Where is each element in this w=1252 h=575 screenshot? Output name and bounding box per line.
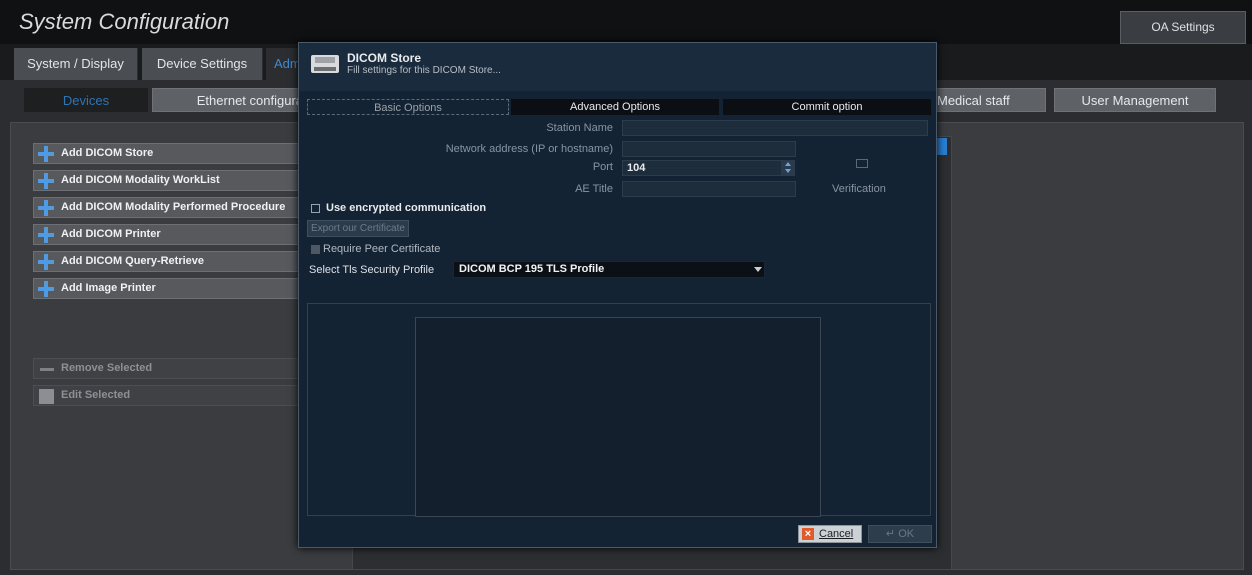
require-peer-certificate-label: Require Peer Certificate <box>323 243 441 255</box>
add-image-printer-button[interactable]: Add Image Printer <box>33 278 301 299</box>
cancel-label: Cancel <box>819 528 854 540</box>
network-address-label: Network address (IP or hostname) <box>445 143 613 155</box>
page-title: System Configuration <box>19 9 230 34</box>
subtab-ethernet-configuration[interactable]: Ethernet configura <box>152 88 310 112</box>
button-label: Add DICOM Modality Performed Procedure <box>61 201 286 213</box>
use-encrypted-checkbox[interactable] <box>311 204 320 213</box>
add-dicom-query-retrieve-button[interactable]: Add DICOM Query-Retrieve <box>33 251 301 272</box>
tls-profile-select[interactable]: DICOM BCP 195 TLS Profile <box>453 261 765 278</box>
certificate-details-area <box>415 317 821 517</box>
dicom-store-dialog: DICOM Store Fill settings for this DICOM… <box>298 42 937 548</box>
title-bar: System Configuration OA Settings <box>0 0 1252 44</box>
plus-icon <box>38 227 54 243</box>
subtab-user-management[interactable]: User Management <box>1054 88 1216 112</box>
oa-settings-button[interactable]: OA Settings <box>1120 11 1246 44</box>
ok-button[interactable]: ↵ OK <box>868 525 932 543</box>
tls-profile-label: Select Tls Security Profile <box>309 264 435 276</box>
station-name-label: Station Name <box>546 122 613 134</box>
subtab-devices[interactable]: Devices <box>24 88 148 112</box>
network-address-field[interactable] <box>622 141 796 157</box>
button-label: Add DICOM Store <box>61 147 154 159</box>
verification-icon[interactable] <box>856 159 868 168</box>
dialog-title: DICOM Store <box>347 51 422 65</box>
ae-title-label: AE Title <box>575 183 613 195</box>
remove-selected-button[interactable]: Remove Selected <box>33 358 301 379</box>
export-certificate-button[interactable]: Export our Certificate <box>307 220 409 237</box>
plus-icon <box>38 173 54 189</box>
button-label: Remove Selected <box>61 362 153 374</box>
add-dicom-store-button[interactable]: Add DICOM Store <box>33 143 301 164</box>
tab-commit-option[interactable]: Commit option <box>723 99 931 115</box>
require-peer-certificate-checkbox[interactable] <box>311 245 320 254</box>
port-label: Port <box>592 161 613 173</box>
chevron-down-icon[interactable] <box>754 267 764 275</box>
ok-label: OK <box>898 528 915 540</box>
tab-system-display[interactable]: System / Display <box>14 48 138 80</box>
button-label: Add DICOM Printer <box>61 228 161 240</box>
pencil-icon <box>38 388 54 404</box>
station-name-field[interactable] <box>622 120 928 136</box>
add-dicom-printer-button[interactable]: Add DICOM Printer <box>33 224 301 245</box>
port-stepper[interactable] <box>781 160 795 176</box>
button-label: Add Image Printer <box>61 282 156 294</box>
verification-label[interactable]: Verification <box>832 183 886 195</box>
plus-icon <box>38 200 54 216</box>
add-dicom-mpps-button[interactable]: Add DICOM Modality Performed Procedure <box>33 197 301 218</box>
subtab-medical-staff[interactable]: Medical staff <box>928 88 1046 112</box>
tab-device-settings[interactable]: Device Settings <box>142 48 263 80</box>
close-icon: × <box>802 528 814 540</box>
plus-icon <box>38 254 54 270</box>
dialog-header: DICOM Store Fill settings for this DICOM… <box>299 43 936 91</box>
add-dicom-modality-worklist-button[interactable]: Add DICOM Modality WorkList <box>33 170 301 191</box>
tab-basic-options[interactable]: Basic Options <box>307 99 509 115</box>
dialog-subtitle: Fill settings for this DICOM Store... <box>347 65 501 76</box>
app-window: System Configuration OA Settings System … <box>0 0 1252 575</box>
button-label: Edit Selected <box>61 389 131 401</box>
edit-selected-button[interactable]: Edit Selected <box>33 385 301 406</box>
return-icon: ↵ <box>885 528 896 540</box>
button-label: Add DICOM Query-Retrieve <box>61 255 205 267</box>
use-encrypted-label: Use encrypted communication <box>326 202 487 214</box>
plus-icon <box>38 146 54 162</box>
ae-title-field[interactable] <box>622 181 796 197</box>
port-field[interactable]: 104 <box>622 160 782 176</box>
cancel-button[interactable]: × Cancel <box>798 525 862 543</box>
tab-advanced-options[interactable]: Advanced Options <box>511 99 719 115</box>
plus-icon <box>38 281 54 297</box>
minus-icon <box>38 361 54 377</box>
button-label: Add DICOM Modality WorkList <box>61 174 220 186</box>
device-list-scrollbar[interactable] <box>937 138 947 155</box>
dicom-store-icon <box>311 55 339 73</box>
